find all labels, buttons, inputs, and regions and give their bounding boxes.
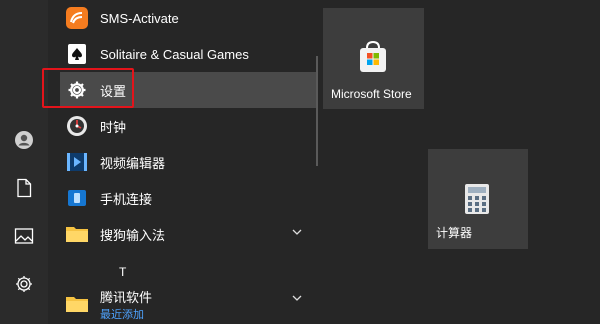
folder-icon bbox=[64, 221, 90, 247]
sms-activate-icon bbox=[64, 5, 90, 31]
documents-icon bbox=[17, 178, 32, 198]
solitaire-icon bbox=[64, 41, 90, 67]
tile-calculator[interactable]: 计算器 bbox=[428, 149, 528, 249]
chevron-down-icon[interactable] bbox=[292, 228, 302, 236]
documents-button[interactable] bbox=[0, 168, 48, 208]
pictures-icon bbox=[14, 228, 34, 244]
user-icon bbox=[15, 131, 33, 149]
app-video-editor[interactable]: 视频编辑器 bbox=[60, 144, 318, 180]
app-label: 视频编辑器 bbox=[100, 155, 166, 171]
app-solitaire[interactable]: Solitaire & Casual Games bbox=[60, 36, 318, 72]
pictures-button[interactable] bbox=[0, 216, 48, 256]
settings-button[interactable] bbox=[0, 264, 48, 304]
video-editor-icon bbox=[64, 149, 90, 175]
tile-microsoft-store[interactable]: Microsoft Store bbox=[323, 8, 424, 109]
recently-added-label: 最近添加 bbox=[100, 308, 144, 321]
tile-label: 计算器 bbox=[436, 226, 473, 240]
settings-gear-icon bbox=[16, 276, 32, 292]
start-left-rail bbox=[0, 0, 48, 324]
calculator-icon bbox=[465, 184, 489, 214]
clock-icon bbox=[64, 113, 90, 139]
phone-link-icon bbox=[64, 185, 90, 211]
app-label: SMS-Activate bbox=[100, 10, 179, 26]
app-label: 手机连接 bbox=[100, 191, 153, 207]
app-sms-activate[interactable]: SMS-Activate bbox=[60, 0, 318, 36]
folder-icon bbox=[64, 291, 90, 317]
app-list: SMS-Activate Solitaire & Casual Games 设置 bbox=[48, 0, 320, 324]
app-label: 腾讯软件 bbox=[100, 289, 153, 305]
app-label: 设置 bbox=[100, 83, 127, 99]
section-letter[interactable]: T bbox=[119, 265, 126, 279]
app-list-scrollbar[interactable] bbox=[316, 56, 318, 166]
chevron-down-icon[interactable] bbox=[292, 294, 302, 302]
app-label: 搜狗输入法 bbox=[100, 227, 166, 243]
gear-icon bbox=[64, 77, 90, 103]
app-label: 时钟 bbox=[100, 119, 127, 135]
app-settings[interactable]: 设置 bbox=[60, 72, 318, 108]
app-phone-link[interactable]: 手机连接 bbox=[60, 180, 318, 216]
user-account-button[interactable] bbox=[0, 120, 48, 160]
app-folder-sogou[interactable]: 搜狗输入法 bbox=[60, 216, 318, 252]
app-clock[interactable]: 时钟 bbox=[60, 108, 318, 144]
store-icon bbox=[360, 40, 386, 72]
app-label: Solitaire & Casual Games bbox=[100, 46, 249, 62]
app-folder-tencent[interactable]: 腾讯软件 最近添加 bbox=[60, 286, 318, 322]
tile-label: Microsoft Store bbox=[331, 87, 412, 101]
